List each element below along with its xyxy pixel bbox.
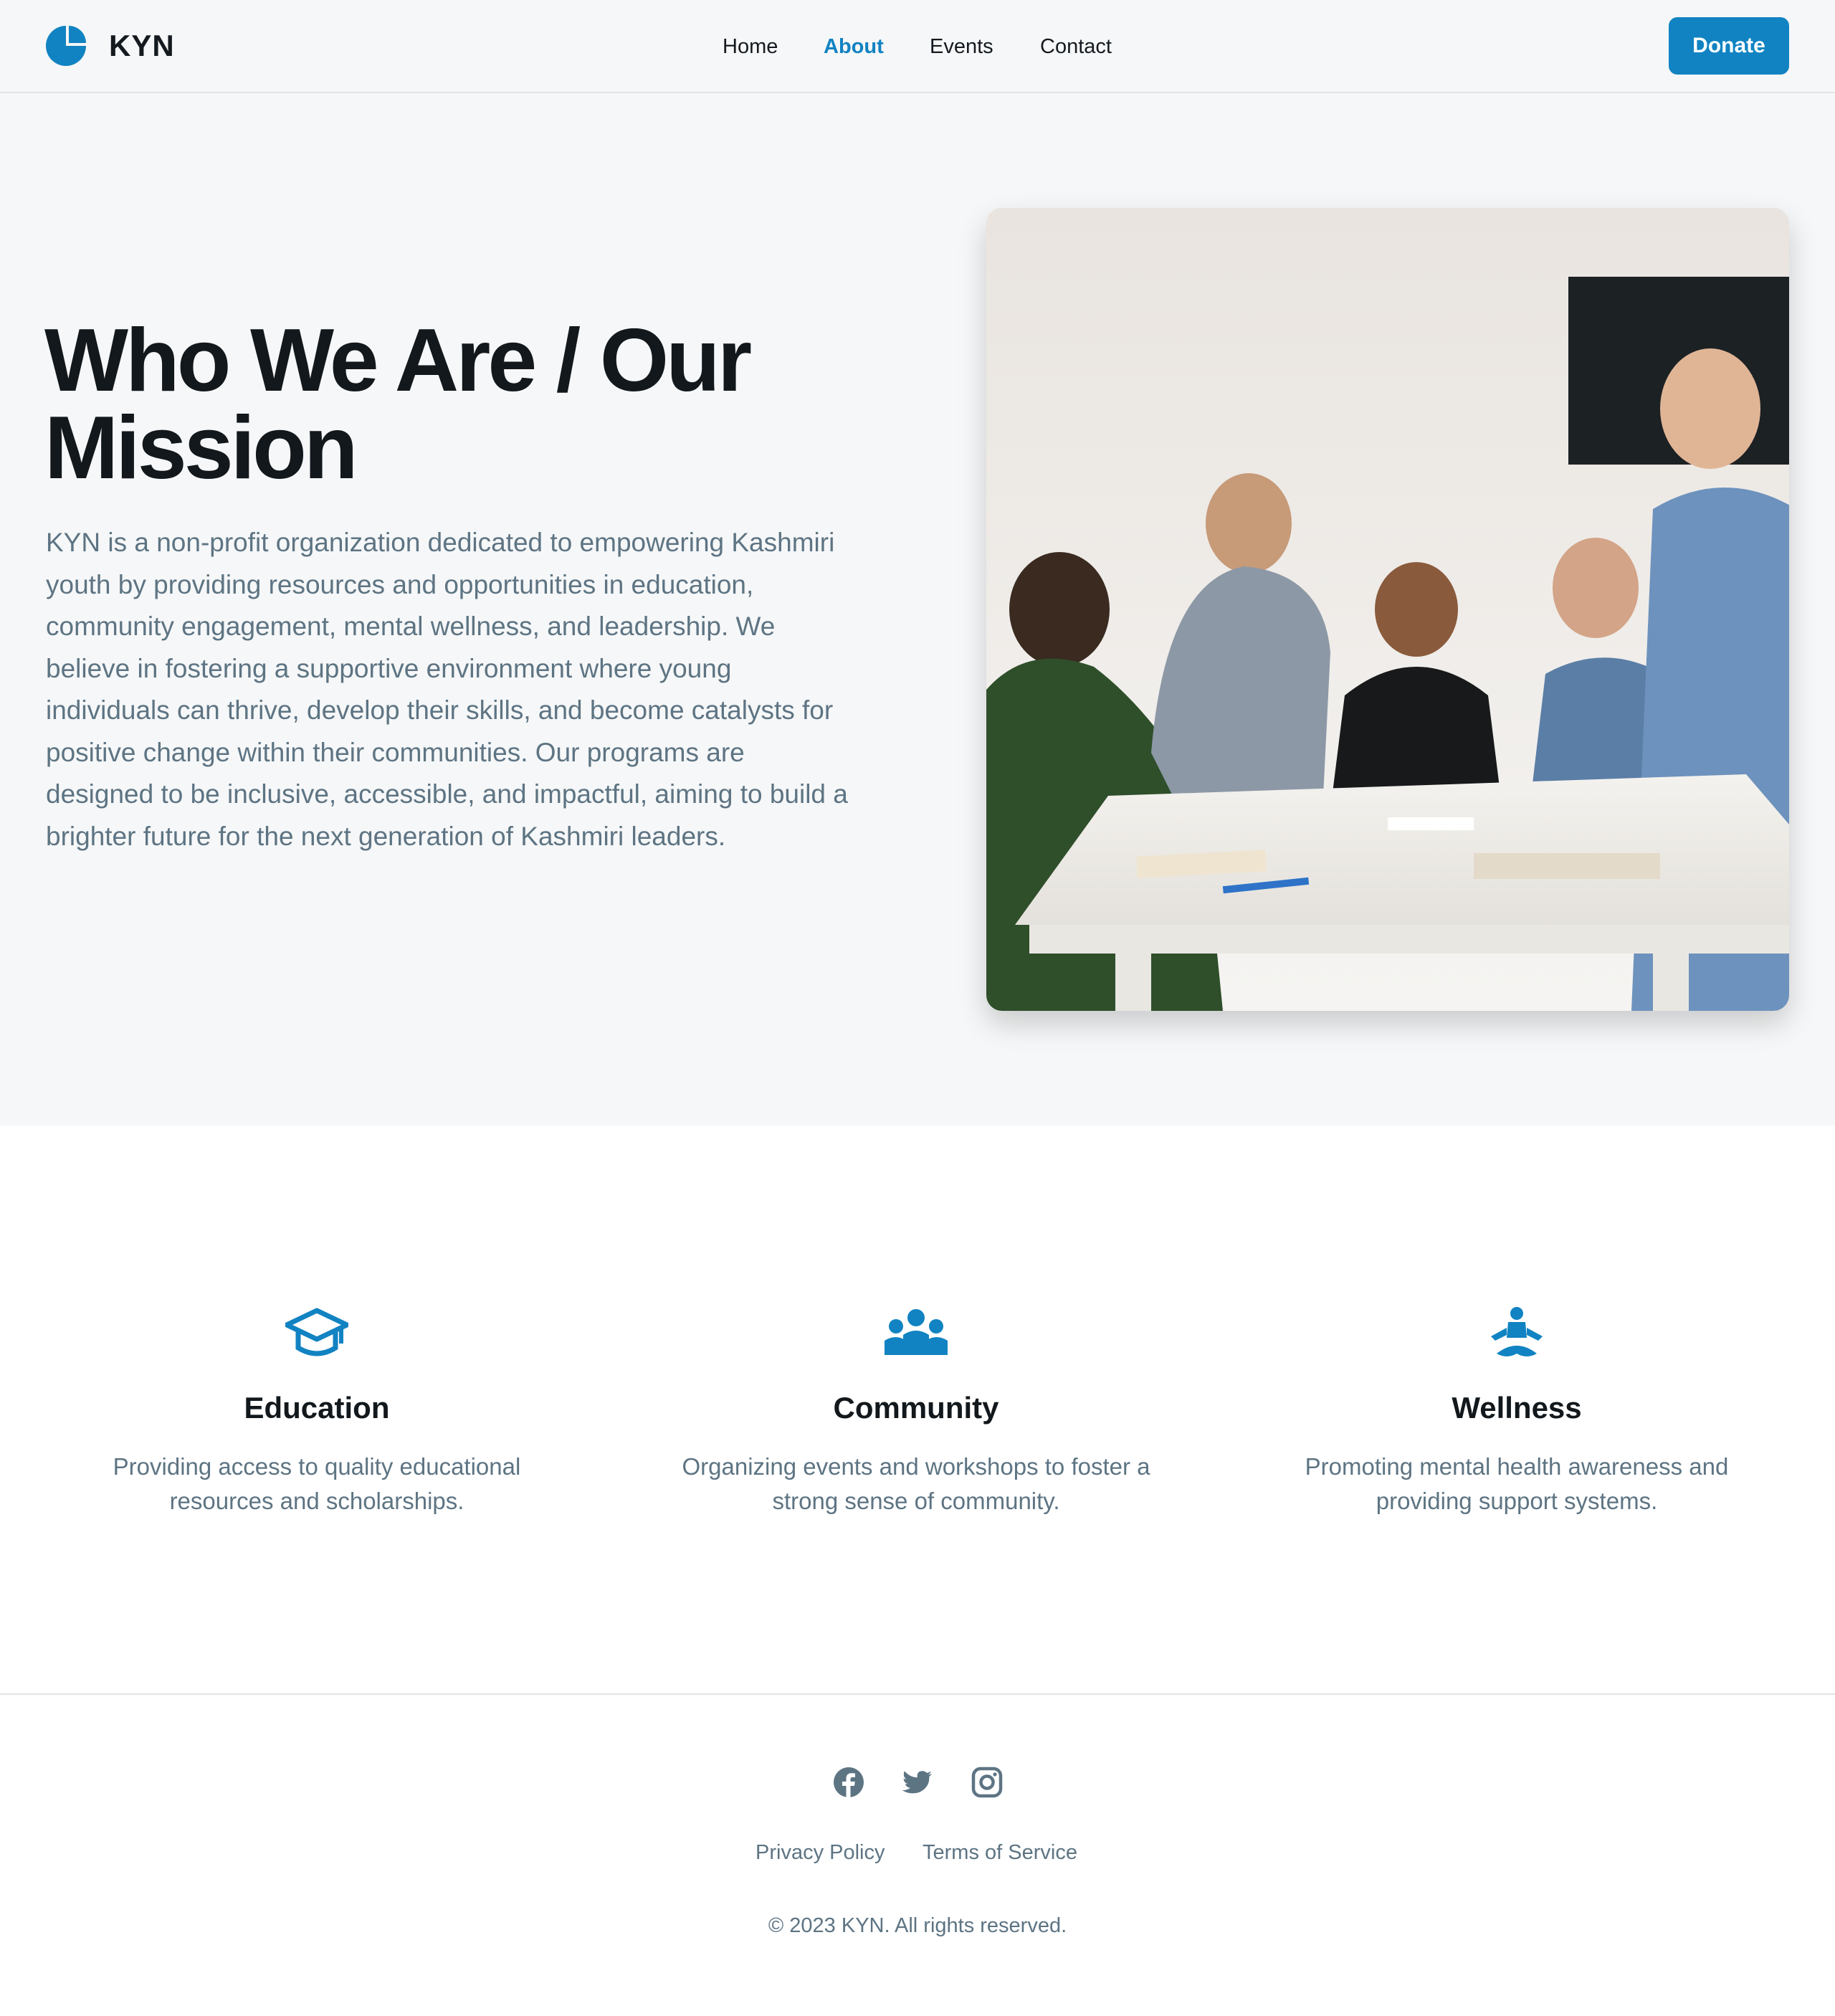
mission-text: KYN is a non-profit organization dedicat… xyxy=(46,528,848,851)
feature-title: Community xyxy=(833,1391,999,1425)
hero-section: Who We Are / Our Mission KYN is a non-pr… xyxy=(0,93,1835,1126)
team-meeting-photo xyxy=(986,208,1789,1011)
community-group-icon xyxy=(885,1309,948,1355)
feature-title: Wellness xyxy=(1452,1391,1582,1425)
graduation-cap-icon xyxy=(285,1308,348,1356)
nav-about[interactable]: About xyxy=(824,29,884,65)
feature-description: Providing access to quality educational … xyxy=(113,1453,521,1514)
terms-of-service-link[interactable]: Terms of Service xyxy=(923,1841,1077,1865)
site-header: KYN Home About Events Contact Donate xyxy=(0,0,1835,93)
features-section: Education Providing access to quality ed… xyxy=(0,1126,1835,1693)
instagram-icon[interactable] xyxy=(971,1767,1003,1798)
meditation-icon xyxy=(1491,1307,1543,1356)
main-nav: Home About Events Contact xyxy=(0,29,1835,65)
feature-description: Promoting mental health awareness and pr… xyxy=(1305,1453,1729,1514)
donate-button[interactable]: Donate xyxy=(1669,17,1789,75)
nav-home[interactable]: Home xyxy=(723,29,778,65)
copyright-text: © 2023 KYN. All rights reserved. xyxy=(768,1914,1067,1937)
site-footer: Privacy Policy Terms of Service © 2023 K… xyxy=(0,1693,1835,2016)
feature-title: Education xyxy=(244,1391,390,1425)
nav-events[interactable]: Events xyxy=(930,29,993,65)
privacy-policy-link[interactable]: Privacy Policy xyxy=(756,1841,885,1865)
nav-contact[interactable]: Contact xyxy=(1040,29,1112,65)
page-title: Who We Are / Our Mission xyxy=(44,311,752,498)
twitter-icon[interactable] xyxy=(902,1767,933,1798)
feature-description: Organizing events and workshops to foste… xyxy=(682,1453,1150,1514)
facebook-icon[interactable] xyxy=(833,1767,864,1798)
